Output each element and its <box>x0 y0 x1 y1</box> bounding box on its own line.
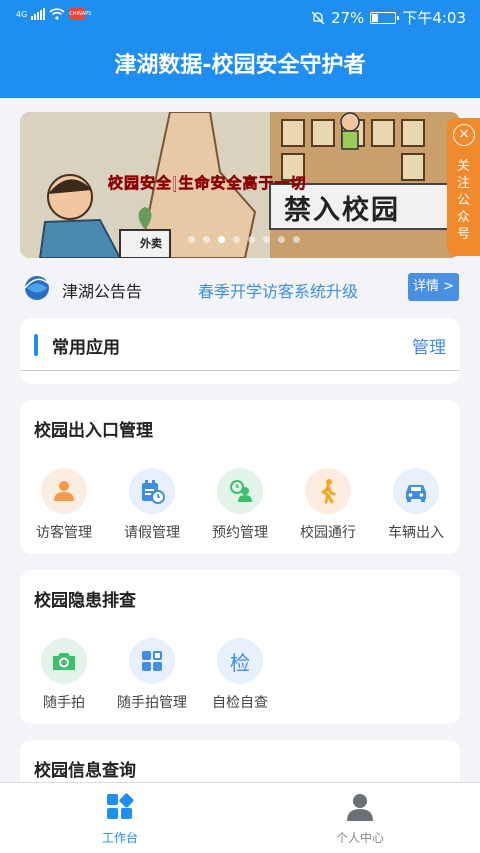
app-label: 访客管理 <box>36 525 92 541</box>
notice-message[interactable]: 春季开学访客系统升级 <box>198 278 358 302</box>
check-char-icon: 检 <box>217 638 263 684</box>
notice-bar[interactable]: 津湖公告告 春季开学访客系统升级 详情 > <box>20 266 460 310</box>
tab-workbench-label: 工作台 <box>101 831 138 845</box>
check-char: 检 <box>230 650 250 675</box>
walking-icon <box>305 468 351 514</box>
carousel-dot[interactable] <box>263 236 270 243</box>
app-self-inspection[interactable]: 检 自检自查 <box>196 638 284 712</box>
app-label: 车辆出入 <box>388 525 444 541</box>
section-title: 校园出入口管理 <box>34 421 153 441</box>
workbench-icon <box>107 793 134 819</box>
battery-percent: 27% <box>330 8 365 27</box>
app-notification-icon: CHINAPS <box>69 8 91 20</box>
tab-profile[interactable]: 个人中心 <box>300 793 420 846</box>
grid-icon <box>129 638 175 684</box>
app-snapshot[interactable]: 随手拍 <box>20 638 108 712</box>
common-apps-card: 常用应用 管理 <box>20 318 460 384</box>
close-icon[interactable]: × <box>453 124 475 146</box>
carousel-dot[interactable] <box>188 236 195 243</box>
carousel-dot[interactable] <box>293 236 300 243</box>
section-title: 校园信息查询 <box>34 761 136 781</box>
signal-icon <box>31 8 46 20</box>
follow-label: 关注公众号 <box>456 159 470 242</box>
appointment-icon <box>217 468 263 514</box>
network-type: 4G <box>16 9 28 19</box>
page-title: 津湖数据-校园安全守护者 <box>0 34 480 98</box>
app-label: 请假管理 <box>124 525 180 541</box>
common-apps-title: 常用应用 <box>52 338 120 358</box>
car-icon <box>393 468 439 514</box>
tab-workbench[interactable]: 工作台 <box>60 793 180 846</box>
clock: 下午4:03 <box>402 9 466 27</box>
banner-box-label: 外卖 <box>140 237 162 250</box>
status-bar: 4G CHINAPS 27% 下午4:03 <box>0 0 480 34</box>
divider <box>20 370 460 371</box>
app-label: 校园通行 <box>300 525 356 541</box>
app-snapshot-management[interactable]: 随手拍管理 <box>108 638 196 712</box>
notice-source: 津湖公告告 <box>62 282 143 301</box>
section-title: 校园隐患排查 <box>34 591 136 611</box>
app-campus-pass[interactable]: 校园通行 <box>284 468 372 542</box>
globe-icon <box>24 276 50 300</box>
app-appointment-management[interactable]: 预约管理 <box>196 468 284 542</box>
follow-official-account-tab[interactable]: × 关注公众号 <box>447 118 480 256</box>
section-hazard-inspection: 校园隐患排查 随手拍 随手拍管理 检 自检自查 <box>20 570 460 724</box>
tab-profile-label: 个人中心 <box>335 831 384 845</box>
person-icon <box>41 468 87 514</box>
carousel-indicator <box>188 236 300 243</box>
app-vehicle-access[interactable]: 车辆出入 <box>372 468 460 542</box>
section-gate-management: 校园出入口管理 访客管理 请假管理 预约管理 校园通行 车辆出入 <box>20 400 460 554</box>
user-icon <box>347 794 373 821</box>
carousel-dot[interactable] <box>218 236 225 243</box>
battery-icon <box>370 11 400 24</box>
app-grid: 随手拍 随手拍管理 检 自检自查 <box>20 638 460 712</box>
calendar-clock-icon <box>129 468 175 514</box>
wifi-icon <box>49 8 65 20</box>
app-visitor-management[interactable]: 访客管理 <box>20 468 108 542</box>
app-grid: 访客管理 请假管理 预约管理 校园通行 车辆出入 <box>20 468 460 542</box>
app-leave-management[interactable]: 请假管理 <box>108 468 196 542</box>
carousel-dot[interactable] <box>248 236 255 243</box>
carousel-dot[interactable] <box>203 236 210 243</box>
section-accent <box>34 334 38 356</box>
carousel-dot[interactable] <box>233 236 240 243</box>
bottom-tab-bar: 工作台 个人中心 <box>0 782 480 853</box>
banner-slogan: 校园安全|生命安全高于一切 <box>108 174 307 193</box>
banner-sign: 禁入校园 <box>284 195 400 226</box>
app-label: 自检自查 <box>212 695 268 711</box>
app-label: 随手拍 <box>43 695 85 711</box>
mute-icon <box>311 11 325 24</box>
carousel-dot[interactable] <box>278 236 285 243</box>
app-label: 随手拍管理 <box>117 695 187 711</box>
app-label: 预约管理 <box>212 525 268 541</box>
manage-button[interactable]: 管理 <box>412 333 446 358</box>
camera-icon <box>41 638 87 684</box>
notice-detail-button[interactable]: 详情 > <box>408 273 459 301</box>
